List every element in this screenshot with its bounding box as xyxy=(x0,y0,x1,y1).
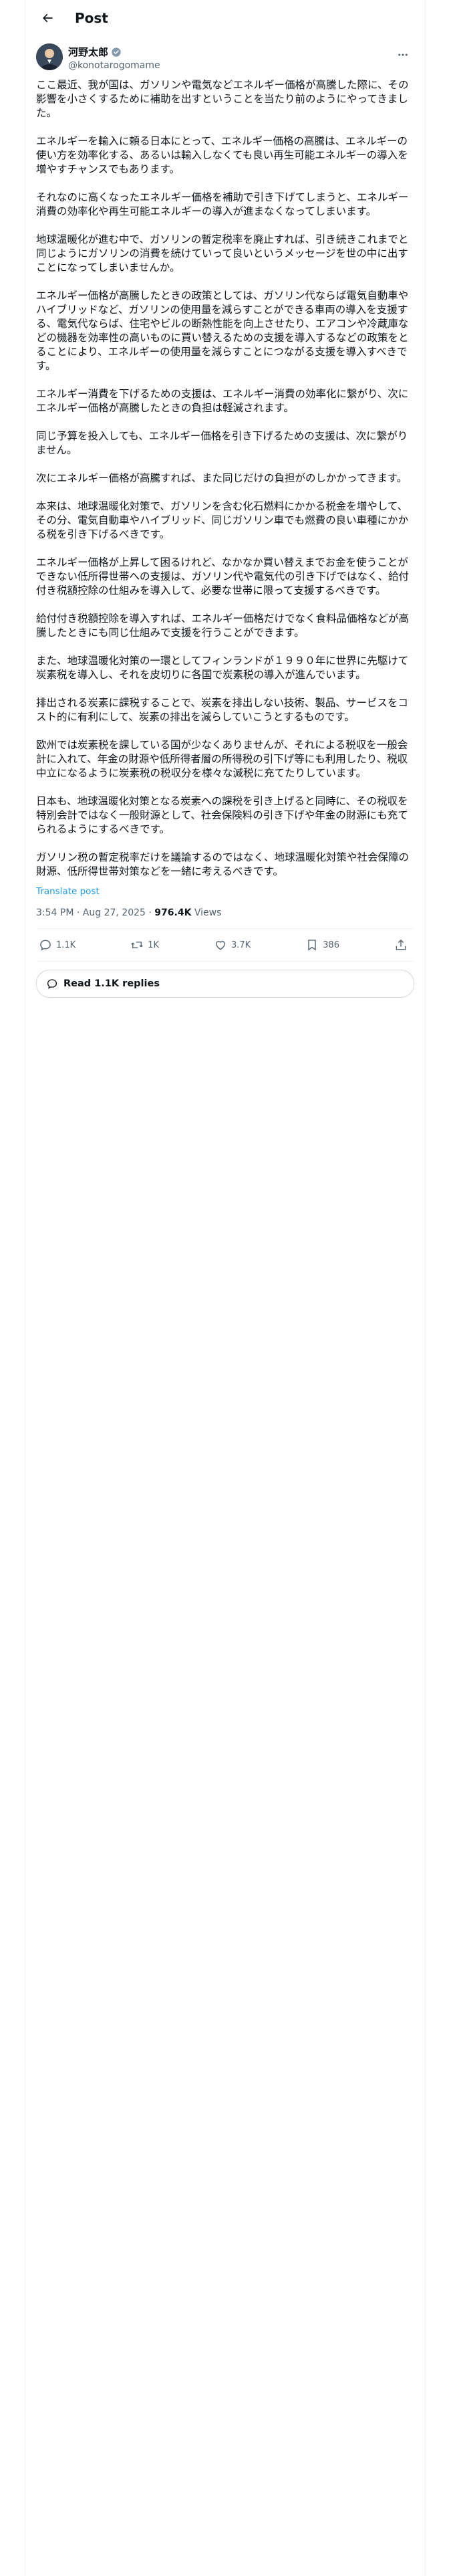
post: 河野太郎 @konotarogomame ここ最近、我が国は、ガソリンや電気など… xyxy=(25,35,425,998)
bookmark-button[interactable]: 386 xyxy=(305,938,339,952)
translate-post-link[interactable]: Translate post xyxy=(36,886,100,897)
post-paragraph: ガソリン税の暫定税率だけを議論するのではなく、地球温暖化対策や社会保障の財源、低… xyxy=(36,851,410,877)
post-paragraph: エネルギー価格が高騰したときの政策としては、ガソリン代ならば電気自動車やハイブリ… xyxy=(36,290,409,372)
reply-button[interactable]: 1.1K xyxy=(39,938,76,952)
meta-separator: · xyxy=(148,907,152,918)
reply-bubble-icon xyxy=(47,979,57,989)
reply-icon xyxy=(40,940,51,951)
post-paragraph: 排出される炭素に課税することで、炭素を排出しない技術、製品、サービスをコスト的に… xyxy=(36,697,408,723)
meta-separator: · xyxy=(76,907,80,918)
read-replies-label: Read 1.1K replies xyxy=(63,978,160,989)
avatar[interactable] xyxy=(36,43,63,70)
author-meta: 河野太郎 @konotarogomame xyxy=(68,43,392,71)
repost-icon xyxy=(131,942,144,948)
avatar-image xyxy=(36,43,63,70)
post-paragraph: それなのに高くなったエネルギー価格を補助で引き下げてしまうと、エネルギー消費の効… xyxy=(36,191,409,217)
post-time[interactable]: 3:54 PM xyxy=(36,907,73,918)
post-date[interactable]: Aug 27, 2025 xyxy=(83,907,146,918)
post-meta: 3:54 PM · Aug 27, 2025 · 976.4K Views xyxy=(36,907,414,929)
post-paragraph: 同じ予算を投入しても、エネルギー価格を引き下げるための支援は、次に繋がりません。 xyxy=(36,430,408,456)
bookmark-icon xyxy=(308,940,316,951)
post-paragraph: ここ最近、我が国は、ガソリンや電気などエネルギー価格が高騰した際に、その影響を小… xyxy=(36,79,409,119)
author-handle[interactable]: @konotarogomame xyxy=(68,60,392,71)
post-paragraph: 日本も、地球温暖化対策となる炭素への課税を引き上げると同時に、その税収を特別会計… xyxy=(36,795,408,835)
repost-button[interactable]: 1K xyxy=(130,938,159,952)
author-name[interactable]: 河野太郎 xyxy=(68,45,108,59)
post-column: Post 河野太郎 @konotarogomame ここ最近、我が国は、ガソリン… xyxy=(25,0,426,2576)
post-paragraph: エネルギーを輸入に頼る日本にとって、エネルギー価格の高騰は、エネルギーの使い方を… xyxy=(36,135,408,175)
views-count: 976.4K xyxy=(154,907,192,918)
post-paragraph: 本来は、地球温暖化対策で、ガソリンを含む化石燃料にかかる税金を増やして、その分、… xyxy=(36,500,409,540)
read-replies-button[interactable]: Read 1.1K replies xyxy=(36,970,414,998)
heart-icon xyxy=(216,941,225,950)
repost-count: 1K xyxy=(148,940,159,950)
author-name-line: 河野太郎 xyxy=(68,45,392,59)
verified-badge-icon[interactable] xyxy=(111,47,122,58)
reply-count: 1.1K xyxy=(56,940,76,950)
like-button[interactable]: 3.7K xyxy=(214,938,251,952)
page-title: Post xyxy=(75,9,108,26)
share-button[interactable] xyxy=(394,938,412,952)
post-paragraph: エネルギー消費を下げるための支援は、エネルギー消費の効率化に繋がり、次にエネルギ… xyxy=(36,388,409,414)
post-paragraph: 欧州では炭素税を課している国が少なくありませんが、それによる税収を一般会計に入れ… xyxy=(36,739,408,779)
post-paragraph: 次にエネルギー価格が高騰すれば、また同じだけの負担がのしかかってきます。 xyxy=(36,472,408,484)
like-count: 3.7K xyxy=(231,940,251,950)
back-arrow-icon xyxy=(43,13,53,22)
post-paragraph: エネルギー価格が上昇して困るけれど、なかなか買い替えまでお金を使うことができない… xyxy=(36,556,410,597)
action-bar: 1.1K 1K 3.7K 386 xyxy=(36,929,414,962)
author-row: 河野太郎 @konotarogomame xyxy=(36,43,414,76)
post-paragraph: 地球温暖化が進む中で、ガソリンの暫定税率を廃止すれば、引き続きこれまでと同じよう… xyxy=(36,233,409,274)
post-paragraph: 給付付き税額控除を導入すれば、エネルギー価格だけでなく食料品価格などが高騰したと… xyxy=(36,613,410,639)
top-bar: Post xyxy=(25,0,425,35)
more-options-button[interactable] xyxy=(392,43,414,66)
views-label: Views xyxy=(194,907,222,918)
back-button[interactable] xyxy=(36,7,59,29)
bookmark-count: 386 xyxy=(323,940,339,950)
more-dots-icon xyxy=(398,53,408,56)
post-body: ここ最近、我が国は、ガソリンや電気などエネルギー価格が高騰した際に、その影響を小… xyxy=(36,78,414,879)
share-icon xyxy=(396,939,406,950)
post-paragraph: また、地球温暖化対策の一環としてフィンランドが１９９０年に世界に先駆けて炭素税を… xyxy=(36,655,409,681)
